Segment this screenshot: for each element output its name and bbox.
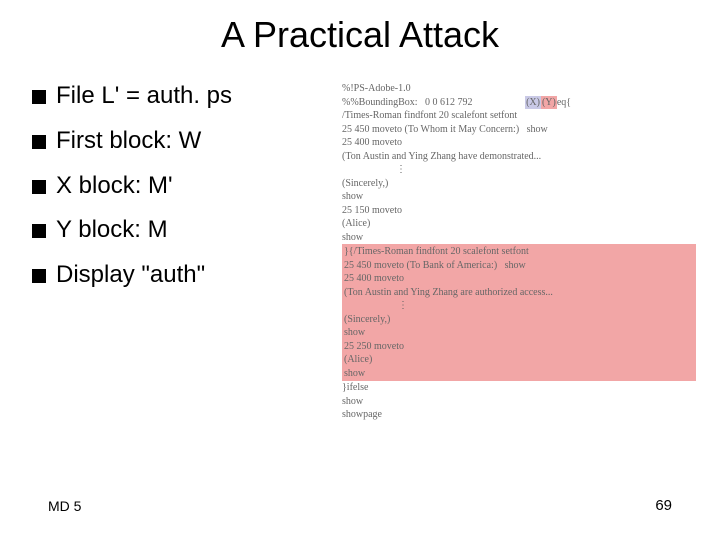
code-line: (Alice) [342, 217, 696, 231]
code-line: show [342, 190, 696, 204]
dots: ⋮ [396, 164, 408, 175]
code-line: }{/Times-Roman findfont 20 scalefont set… [344, 245, 694, 259]
list-item: Display "auth" [32, 261, 332, 290]
code-line: 25 400 moveto [342, 136, 696, 150]
code-line: show [342, 231, 696, 245]
x-highlight: (X) [525, 96, 541, 110]
list-item: File L' = auth. ps [32, 82, 332, 111]
code-line: (Sincerely,) [344, 313, 694, 327]
code-line: %!PS-Adobe-1.0 [342, 82, 696, 96]
code-line: %%BoundingBox: 0 0 612 792 (X)(Y)eq{ [342, 96, 696, 110]
bullet-list: File L' = auth. ps First block: W X bloc… [32, 82, 332, 306]
bullet-text: Display "auth" [56, 261, 205, 290]
code-line: show [342, 395, 696, 409]
postscript-code: %!PS-Adobe-1.0 %%BoundingBox: 0 0 612 79… [342, 82, 696, 422]
footer-topic: MD 5 [48, 498, 81, 514]
slide: A Practical Attack File L' = auth. ps Fi… [0, 0, 720, 540]
code-line: }ifelse [342, 381, 696, 395]
code-text: %%BoundingBox: 0 0 612 792 [342, 97, 473, 108]
code-line: 25 150 moveto [342, 204, 696, 218]
square-bullet-icon [32, 269, 46, 283]
code-line: 25 450 moveto (To Bank of America:) show [344, 259, 694, 273]
list-item: First block: W [32, 127, 332, 156]
list-item: X block: M' [32, 172, 332, 201]
square-bullet-icon [32, 180, 46, 194]
square-bullet-icon [32, 135, 46, 149]
vertical-dots-icon: ⋮ [342, 163, 696, 177]
code-line: show [344, 367, 694, 381]
code-line: 25 400 moveto [344, 272, 694, 286]
bullet-text: File L' = auth. ps [56, 82, 232, 111]
code-text: }{ [344, 246, 354, 257]
code-line: 25 250 moveto [344, 340, 694, 354]
vertical-dots-icon: ⋮ [344, 299, 694, 313]
code-line: (Ton Austin and Ying Zhang have demonstr… [342, 150, 696, 164]
code-line: /Times-Roman findfont 20 scalefont setfo… [342, 109, 696, 123]
code-text: /Times-Roman findfont 20 scalefont setfo… [354, 246, 529, 257]
bullet-text: X block: M' [56, 172, 173, 201]
square-bullet-icon [32, 224, 46, 238]
code-text: eq{ [557, 97, 571, 108]
bullet-text: First block: W [56, 127, 201, 156]
code-line: show [344, 326, 694, 340]
dots: ⋮ [398, 300, 410, 311]
slide-title: A Practical Attack [0, 14, 720, 56]
code-line: (Ton Austin and Ying Zhang are authorize… [344, 286, 694, 300]
square-bullet-icon [32, 90, 46, 104]
y-highlight: (Y) [541, 96, 557, 110]
code-line: (Alice) [344, 353, 694, 367]
y-block-highlight: }{/Times-Roman findfont 20 scalefont set… [342, 244, 696, 381]
code-line: 25 450 moveto (To Whom it May Concern:) … [342, 123, 696, 137]
page-number: 69 [655, 497, 672, 514]
list-item: Y block: M [32, 216, 332, 245]
bullet-text: Y block: M [56, 216, 168, 245]
code-line: (Sincerely,) [342, 177, 696, 191]
code-line: showpage [342, 408, 696, 422]
